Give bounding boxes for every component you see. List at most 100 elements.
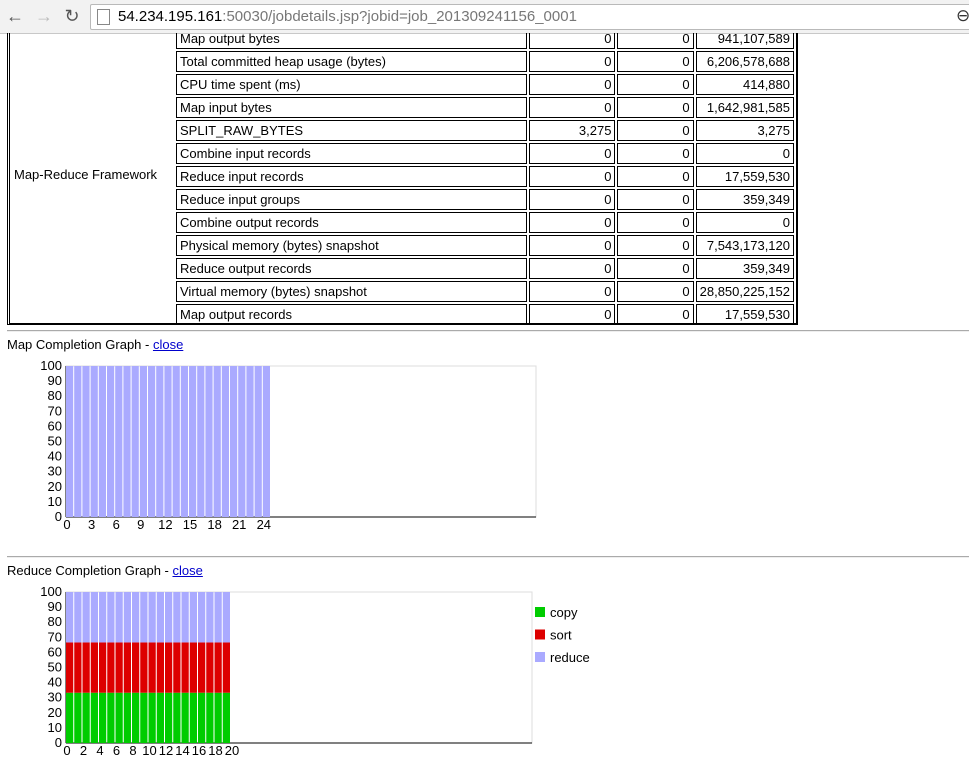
x-tick-label: 14 (175, 743, 189, 758)
chart-bar (107, 642, 115, 693)
forward-arrow-icon[interactable]: → (34, 6, 54, 26)
counter-map-value: 0 (528, 304, 616, 324)
reload-icon[interactable]: ↻ (62, 6, 82, 26)
x-tick-label: 8 (129, 743, 136, 758)
counter-name: Reduce output records (176, 258, 527, 279)
counter-row: Map input bytes 0 0 1,642,981,585 (176, 97, 794, 118)
chart-bar (173, 642, 181, 693)
back-arrow-icon[interactable]: ← (5, 6, 25, 26)
counter-total-value: 28,850,225,152 (695, 281, 794, 302)
counter-name: Virtual memory (bytes) snapshot (176, 281, 527, 302)
y-tick-label: 30 (48, 464, 62, 479)
counter-name: Map output bytes (176, 33, 527, 49)
chart-bar (173, 592, 181, 643)
chart-bar (66, 692, 74, 743)
chart-bar (246, 366, 254, 517)
y-tick-label: 80 (48, 388, 62, 403)
chart-bar (198, 592, 206, 643)
url-host: 54.234.195.161 (118, 8, 223, 25)
browser-toolbar: ← → ↻ 54.234.195.161:50030/jobdetails.js… (0, 0, 969, 34)
chart-bar (82, 692, 90, 743)
counter-total-value: 17,559,530 (695, 304, 794, 324)
chart-bar (262, 366, 270, 517)
y-tick-label: 70 (48, 629, 62, 644)
chart-bar (132, 692, 140, 743)
y-tick-label: 90 (48, 373, 62, 388)
counter-reduce-value: 0 (617, 143, 694, 164)
address-bar[interactable]: 54.234.195.161:50030/jobdetails.jsp?jobi… (90, 4, 969, 30)
x-tick-label: 20 (225, 743, 239, 758)
chart-bar (181, 642, 189, 693)
chart-bar (206, 642, 214, 693)
chart-bar (107, 592, 115, 643)
y-tick-label: 20 (48, 705, 62, 720)
chart-bar (180, 366, 188, 517)
chart-bar (140, 592, 148, 643)
counter-map-value: 0 (528, 97, 616, 118)
chart-bar (205, 366, 213, 517)
legend-swatch (535, 607, 545, 617)
chart-bar (140, 692, 148, 743)
counter-total-value: 414,880 (695, 74, 794, 95)
counters-section: Map-Reduce Framework Map output bytes 0 0 9… (7, 33, 798, 325)
chart-bar (90, 592, 98, 643)
chart-bar (148, 366, 156, 517)
reduce-graph-title: Reduce Completion Graph - (7, 563, 173, 578)
chart-bar (115, 592, 123, 643)
chart-bar (115, 692, 123, 743)
counter-name: Physical memory (bytes) snapshot (176, 235, 527, 256)
counter-row: Combine output records 0 0 0 (176, 212, 794, 233)
counter-map-value: 3,275 (528, 120, 616, 141)
x-tick-label: 16 (192, 743, 206, 758)
reduce-graph-close-link[interactable]: close (172, 563, 202, 578)
reduce-graph-heading: Reduce Completion Graph - close (7, 563, 203, 578)
chart-bar (139, 366, 147, 517)
counter-row: SPLIT_RAW_BYTES 3,275 0 3,275 (176, 120, 794, 141)
counter-group-label: Map-Reduce Framework (14, 167, 158, 182)
chart-bar (99, 592, 107, 643)
chart-bar (99, 692, 107, 743)
counter-reduce-value: 0 (617, 189, 694, 210)
x-tick-label: 15 (183, 517, 197, 532)
chart-bar (197, 366, 205, 517)
legend-swatch (535, 652, 545, 662)
counter-name: CPU time spent (ms) (176, 74, 527, 95)
chart-bar (214, 692, 222, 743)
chart-bar (181, 692, 189, 743)
map-graph-heading: Map Completion Graph - close (7, 337, 183, 352)
chart-bar (156, 692, 164, 743)
chart-bar (165, 692, 173, 743)
chart-bar (132, 642, 140, 693)
counter-name: Reduce input groups (176, 189, 527, 210)
url-text[interactable]: 54.234.195.161:50030/jobdetails.jsp?jobi… (118, 7, 577, 27)
browser-menu-icon[interactable]: ⊖ (956, 6, 969, 26)
chart-bar (66, 642, 74, 693)
counter-total-value: 0 (695, 212, 794, 233)
section-divider (7, 556, 969, 557)
counter-row: Reduce input records 0 0 17,559,530 (176, 166, 794, 187)
x-tick-label: 0 (63, 517, 70, 532)
chart-bar (221, 366, 229, 517)
url-path: :50030/jobdetails.jsp?jobid=job_20130924… (222, 8, 577, 25)
map-graph-close-link[interactable]: close (153, 337, 183, 352)
counter-name: Combine output records (176, 212, 527, 233)
counter-reduce-value: 0 (617, 258, 694, 279)
chart-bar (230, 366, 238, 517)
counter-total-value: 17,559,530 (695, 166, 794, 187)
y-tick-label: 40 (48, 449, 62, 464)
chart-bar (140, 642, 148, 693)
chart-bar (123, 692, 131, 743)
counter-reduce-value: 0 (617, 51, 694, 72)
chart-bar (206, 592, 214, 643)
chart-bar (74, 366, 82, 517)
chart-bar (156, 642, 164, 693)
chart-bar (213, 366, 221, 517)
x-tick-label: 24 (257, 517, 271, 532)
chart-bar (172, 366, 180, 517)
counter-reduce-value: 0 (617, 281, 694, 302)
chart-bar (156, 592, 164, 643)
chart-bar (115, 642, 123, 693)
y-tick-label: 50 (48, 660, 62, 675)
chart-bar (173, 692, 181, 743)
y-tick-label: 100 (40, 358, 62, 373)
